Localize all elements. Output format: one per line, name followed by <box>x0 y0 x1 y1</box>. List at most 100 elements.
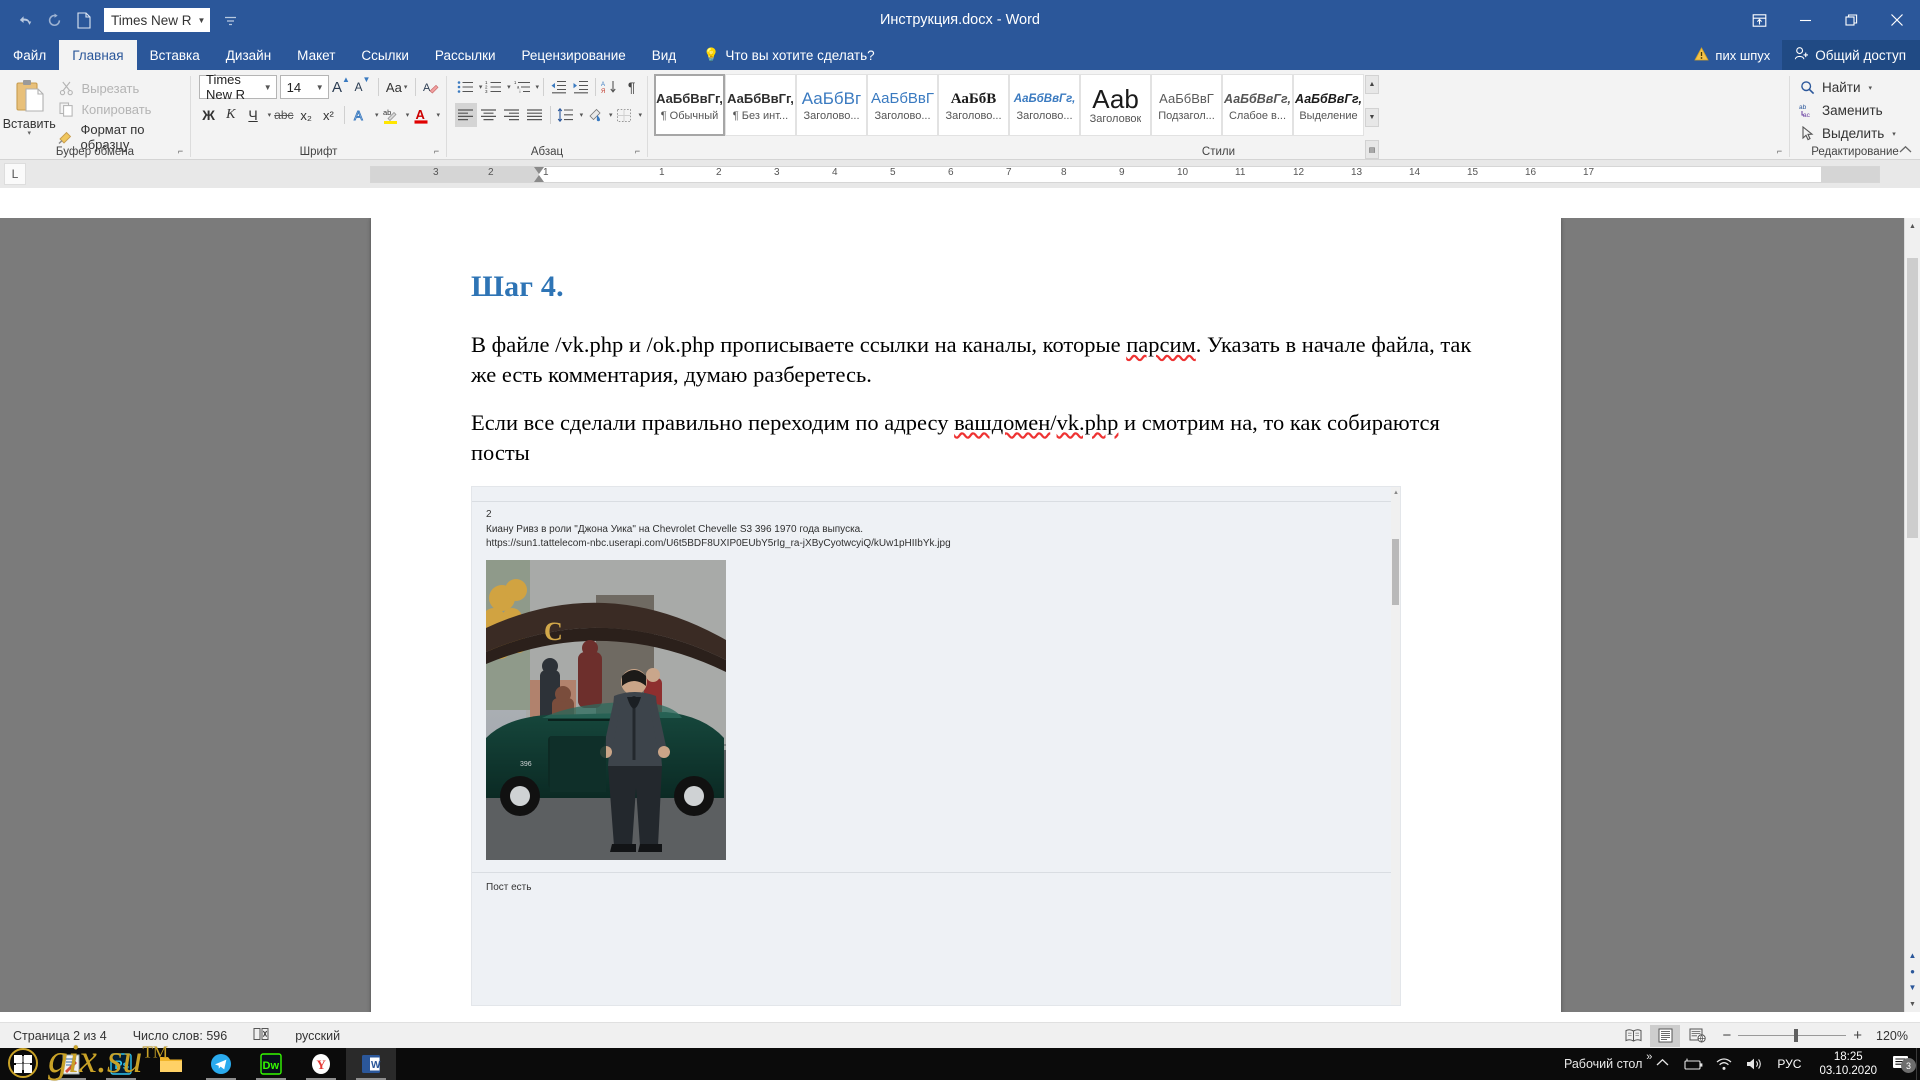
increase-indent-button[interactable] <box>570 75 591 99</box>
align-left-button[interactable] <box>455 103 477 127</box>
scroll-up-icon[interactable]: ▲ <box>1393 490 1399 496</box>
styles-scroll-up-button[interactable]: ▲ <box>1365 75 1379 94</box>
tab-home[interactable]: Главная <box>59 40 137 70</box>
browse-object-button[interactable]: ● <box>1907 967 1918 976</box>
chevron-down-icon[interactable]: ▼ <box>198 16 206 25</box>
justify-button[interactable] <box>524 103 546 127</box>
tab-design[interactable]: Дизайн <box>213 40 284 70</box>
embedded-scroll-thumb[interactable] <box>1392 538 1399 605</box>
find-button[interactable]: Найти ▾ <box>1798 76 1920 99</box>
show-desktop-label[interactable]: Рабочий стол » <box>1558 1051 1652 1071</box>
change-case-button[interactable]: Aa ▾ <box>385 75 409 99</box>
proofing-status[interactable] <box>240 1027 282 1044</box>
tray-overflow-icon[interactable]: » <box>1646 1051 1652 1063</box>
chevron-up-icon[interactable] <box>1648 1058 1677 1070</box>
taskbar-app-telegram[interactable] <box>196 1048 246 1080</box>
taskbar-app-file-explorer[interactable] <box>146 1048 196 1080</box>
document-page[interactable]: Шаг 4. В файле /vk.php и /ok.php прописы… <box>371 218 1561 1012</box>
language-indicator[interactable]: русский <box>282 1029 353 1043</box>
share-button[interactable]: Общий доступ <box>1782 40 1920 70</box>
grow-font-button[interactable]: A ▲ <box>332 75 351 99</box>
style-no-spacing[interactable]: АаБбВвГг, ¶ Без инт... <box>725 74 796 136</box>
chevron-down-icon[interactable]: ▾ <box>638 111 642 119</box>
bullet-list-button[interactable] <box>455 75 476 99</box>
strikethrough-button[interactable]: abc <box>274 103 293 127</box>
web-layout-button[interactable] <box>1682 1025 1712 1047</box>
underline-dropdown-icon[interactable]: ▾ <box>268 111 272 119</box>
italic-button[interactable]: К <box>221 103 240 127</box>
style-subtle-emphasis[interactable]: АаБбВвГг, Слабое в... <box>1222 74 1293 136</box>
show-desktop-button[interactable] <box>1916 1048 1920 1080</box>
copy-button[interactable]: Копировать <box>58 101 190 117</box>
collapse-ribbon-button[interactable] <box>1899 145 1912 157</box>
taskbar-app-photoshop[interactable]: Ps <box>96 1048 146 1080</box>
document-scrollbar[interactable]: ▲ ▲ ● ▼ ▼ <box>1904 218 1920 1012</box>
volume-icon[interactable] <box>1739 1057 1769 1071</box>
numbered-list-button[interactable]: 123 <box>483 75 504 99</box>
chevron-down-icon[interactable]: ▾ <box>535 83 539 91</box>
zoom-percentage[interactable]: 120% <box>1864 1029 1908 1043</box>
tab-mailings[interactable]: Рассылки <box>422 40 509 70</box>
zoom-slider-thumb[interactable] <box>1794 1029 1799 1042</box>
style-subtitle[interactable]: АаБбВвГ Подзагол... <box>1151 74 1222 136</box>
chevron-down-icon[interactable]: ▾ <box>609 111 613 119</box>
next-page-button[interactable]: ▼ <box>1907 983 1918 992</box>
zoom-slider-track[interactable] <box>1738 1029 1847 1042</box>
chevron-down-icon[interactable]: ▾ <box>375 111 379 119</box>
cut-button[interactable]: Вырезать <box>58 80 190 96</box>
chevron-down-icon[interactable]: ▾ <box>507 83 511 91</box>
select-button[interactable]: Выделить ▾ <box>1798 122 1920 145</box>
chevron-down-icon[interactable]: ▼ <box>264 83 272 92</box>
style-heading-1[interactable]: АаБбВг Заголово... <box>796 74 867 136</box>
qat-font-name-box[interactable]: Times New R ▼ <box>104 8 211 32</box>
multilevel-list-button[interactable]: 1ai <box>512 75 533 99</box>
undo-dropdown-icon[interactable]: ▾ <box>28 19 32 33</box>
scroll-up-button[interactable]: ▲ <box>1905 218 1920 234</box>
chevron-down-icon[interactable]: ▾ <box>1892 130 1896 138</box>
scroll-down-button[interactable]: ▼ <box>1905 996 1920 1012</box>
tab-references[interactable]: Ссылки <box>348 40 422 70</box>
tab-insert[interactable]: Вставка <box>137 40 213 70</box>
new-document-icon[interactable] <box>70 7 98 33</box>
zoom-out-button[interactable]: − <box>1722 1027 1731 1044</box>
subscript-button[interactable]: x₂ <box>297 103 316 127</box>
tab-stop-selector[interactable]: L <box>4 163 26 185</box>
align-right-button[interactable] <box>501 103 523 127</box>
zoom-in-button[interactable]: + <box>1853 1027 1862 1044</box>
underline-button[interactable]: Ч <box>243 103 262 127</box>
bold-button[interactable]: Ж <box>199 103 218 127</box>
show-formatting-marks-button[interactable]: ¶ <box>621 75 642 99</box>
chevron-down-icon[interactable]: ▼ <box>316 83 324 92</box>
chevron-down-icon[interactable]: ▾ <box>580 111 584 119</box>
highlight-button[interactable]: ab <box>382 103 401 127</box>
align-center-button[interactable] <box>478 103 500 127</box>
shading-button[interactable] <box>584 103 606 127</box>
font-size-box[interactable]: 14 ▼ <box>279 75 329 99</box>
taskbar-app-word[interactable]: W <box>346 1048 396 1080</box>
chevron-down-icon[interactable]: ▾ <box>404 83 408 91</box>
taskbar-app-yandex-browser[interactable]: Y <box>296 1048 346 1080</box>
previous-page-button[interactable]: ▲ <box>1907 951 1918 960</box>
restore-icon[interactable] <box>1828 0 1874 40</box>
font-family-box[interactable]: Times New R ▼ <box>199 72 277 102</box>
styles-scroll-down-button[interactable]: ▼ <box>1365 107 1379 127</box>
clear-formatting-button[interactable]: A <box>421 75 440 99</box>
paste-dropdown-icon[interactable]: ▾ <box>27 130 31 137</box>
horizontal-ruler[interactable]: 3 2 1 1 2 3 4 5 6 7 8 9 10 11 12 13 14 1… <box>370 166 1880 183</box>
minimize-icon[interactable] <box>1782 0 1828 40</box>
chevron-down-icon[interactable]: ▾ <box>436 111 440 119</box>
tab-review[interactable]: Рецензирование <box>509 40 639 70</box>
font-dialog-launcher[interactable]: ⌐ <box>431 146 442 157</box>
chevron-down-icon[interactable]: ▾ <box>1869 84 1873 92</box>
decrease-indent-button[interactable] <box>548 75 569 99</box>
chevron-down-icon[interactable]: ▾ <box>406 111 410 119</box>
sort-button[interactable]: АЯ <box>599 75 620 99</box>
read-mode-button[interactable] <box>1618 1025 1648 1047</box>
word-count[interactable]: Число слов: 596 <box>120 1029 241 1043</box>
line-spacing-button[interactable] <box>555 103 577 127</box>
page-indicator[interactable]: Страница 2 из 4 <box>0 1029 120 1043</box>
style-normal[interactable]: АаБбВвГг, ¶ Обычный <box>654 74 725 136</box>
print-layout-button[interactable] <box>1650 1024 1681 1047</box>
paragraph-dialog-launcher[interactable]: ⌐ <box>632 146 643 157</box>
tab-layout[interactable]: Макет <box>284 40 348 70</box>
